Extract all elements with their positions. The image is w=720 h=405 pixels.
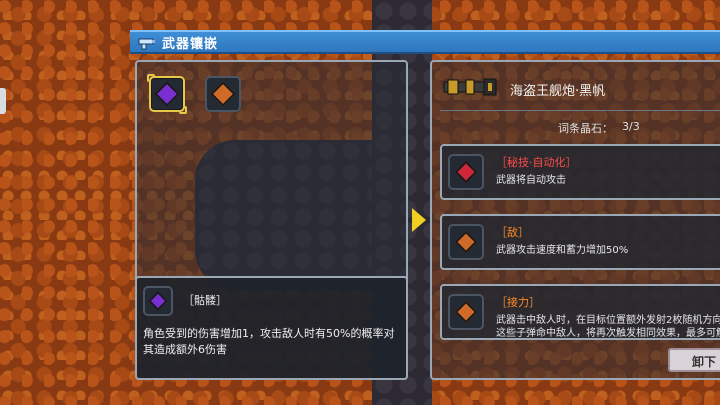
entry-enemy[interactable]: ［敌］ 武器攻击速度和蓄力增加50% xyxy=(440,214,720,270)
entry-automation[interactable]: ［秘技·自动化］ 武器将自动攻击 xyxy=(440,144,720,200)
entry-text: 武器攻击速度和蓄力增加50% xyxy=(496,245,629,256)
selection-corner-icon xyxy=(179,106,187,114)
orange-gem-icon xyxy=(454,300,478,324)
window-title-bar: 武器镶嵌 xyxy=(130,30,720,54)
red-gem-slot xyxy=(448,154,484,190)
red-gem-icon xyxy=(454,160,478,184)
orange-gem-slot xyxy=(448,224,484,260)
selection-corner-icon xyxy=(147,74,155,82)
entry-text: 武器将自动攻击 xyxy=(496,175,566,186)
purple-gem-icon xyxy=(154,81,180,107)
side-tab[interactable] xyxy=(0,88,6,114)
gem-count-value: 3/3 xyxy=(622,120,640,133)
entry-text-line: 武器击中敌人时，在目标位置额外发射2枚随机方向的子 xyxy=(496,315,720,326)
entry-title: ［敌］ xyxy=(496,226,529,239)
gem-description-box: ［骷髅］ 角色受到的伤害增加1，攻击敌人时有50%的概率对其造成额外6伤害 xyxy=(135,276,408,380)
weapon-name: 海盗王舰炮·黑帆 xyxy=(510,84,606,99)
weapon-panel: 海盗王舰炮·黑帆 词条晶石： 3/3 ［秘技·自动化］ 武器将自动攻击 ［敌］ … xyxy=(430,60,720,380)
orange-gem-slot[interactable] xyxy=(205,76,241,112)
selected-gem-icon-slot xyxy=(143,286,173,316)
unload-button[interactable]: 卸下 xyxy=(668,348,720,372)
orange-gem-slot xyxy=(448,294,484,330)
entry-title: ［秘技·自动化］ xyxy=(496,156,577,169)
entry-text-line: 这些子弹命中敌人，将再次触发相同效果，最多可触发 xyxy=(496,328,720,339)
purple-gem-icon xyxy=(148,291,168,311)
gem-count-label: 词条晶石： xyxy=(558,122,613,135)
gun-icon xyxy=(138,35,156,50)
gem-description: 角色受到的伤害增加1，攻击敌人时有50%的概率对其造成额外6伤害 xyxy=(143,327,395,356)
orange-gem-icon xyxy=(210,81,236,107)
entry-title: ［接力］ xyxy=(496,296,540,309)
purple-gem-slot[interactable] xyxy=(147,74,187,114)
gem-title: ［骷髅］ xyxy=(183,294,227,307)
entry-text: 武器击中敌人时，在目标位置额外发射2枚随机方向的子 这些子弹命中敌人，将再次触发… xyxy=(496,314,720,340)
arrow-right-icon xyxy=(412,208,426,232)
entry-relay[interactable]: ［接力］ 武器击中敌人时，在目标位置额外发射2枚随机方向的子 这些子弹命中敌人，… xyxy=(440,284,720,340)
orange-gem-icon xyxy=(454,230,478,254)
cannon-icon xyxy=(442,74,498,100)
divider xyxy=(440,110,720,111)
window-title: 武器镶嵌 xyxy=(162,36,219,52)
